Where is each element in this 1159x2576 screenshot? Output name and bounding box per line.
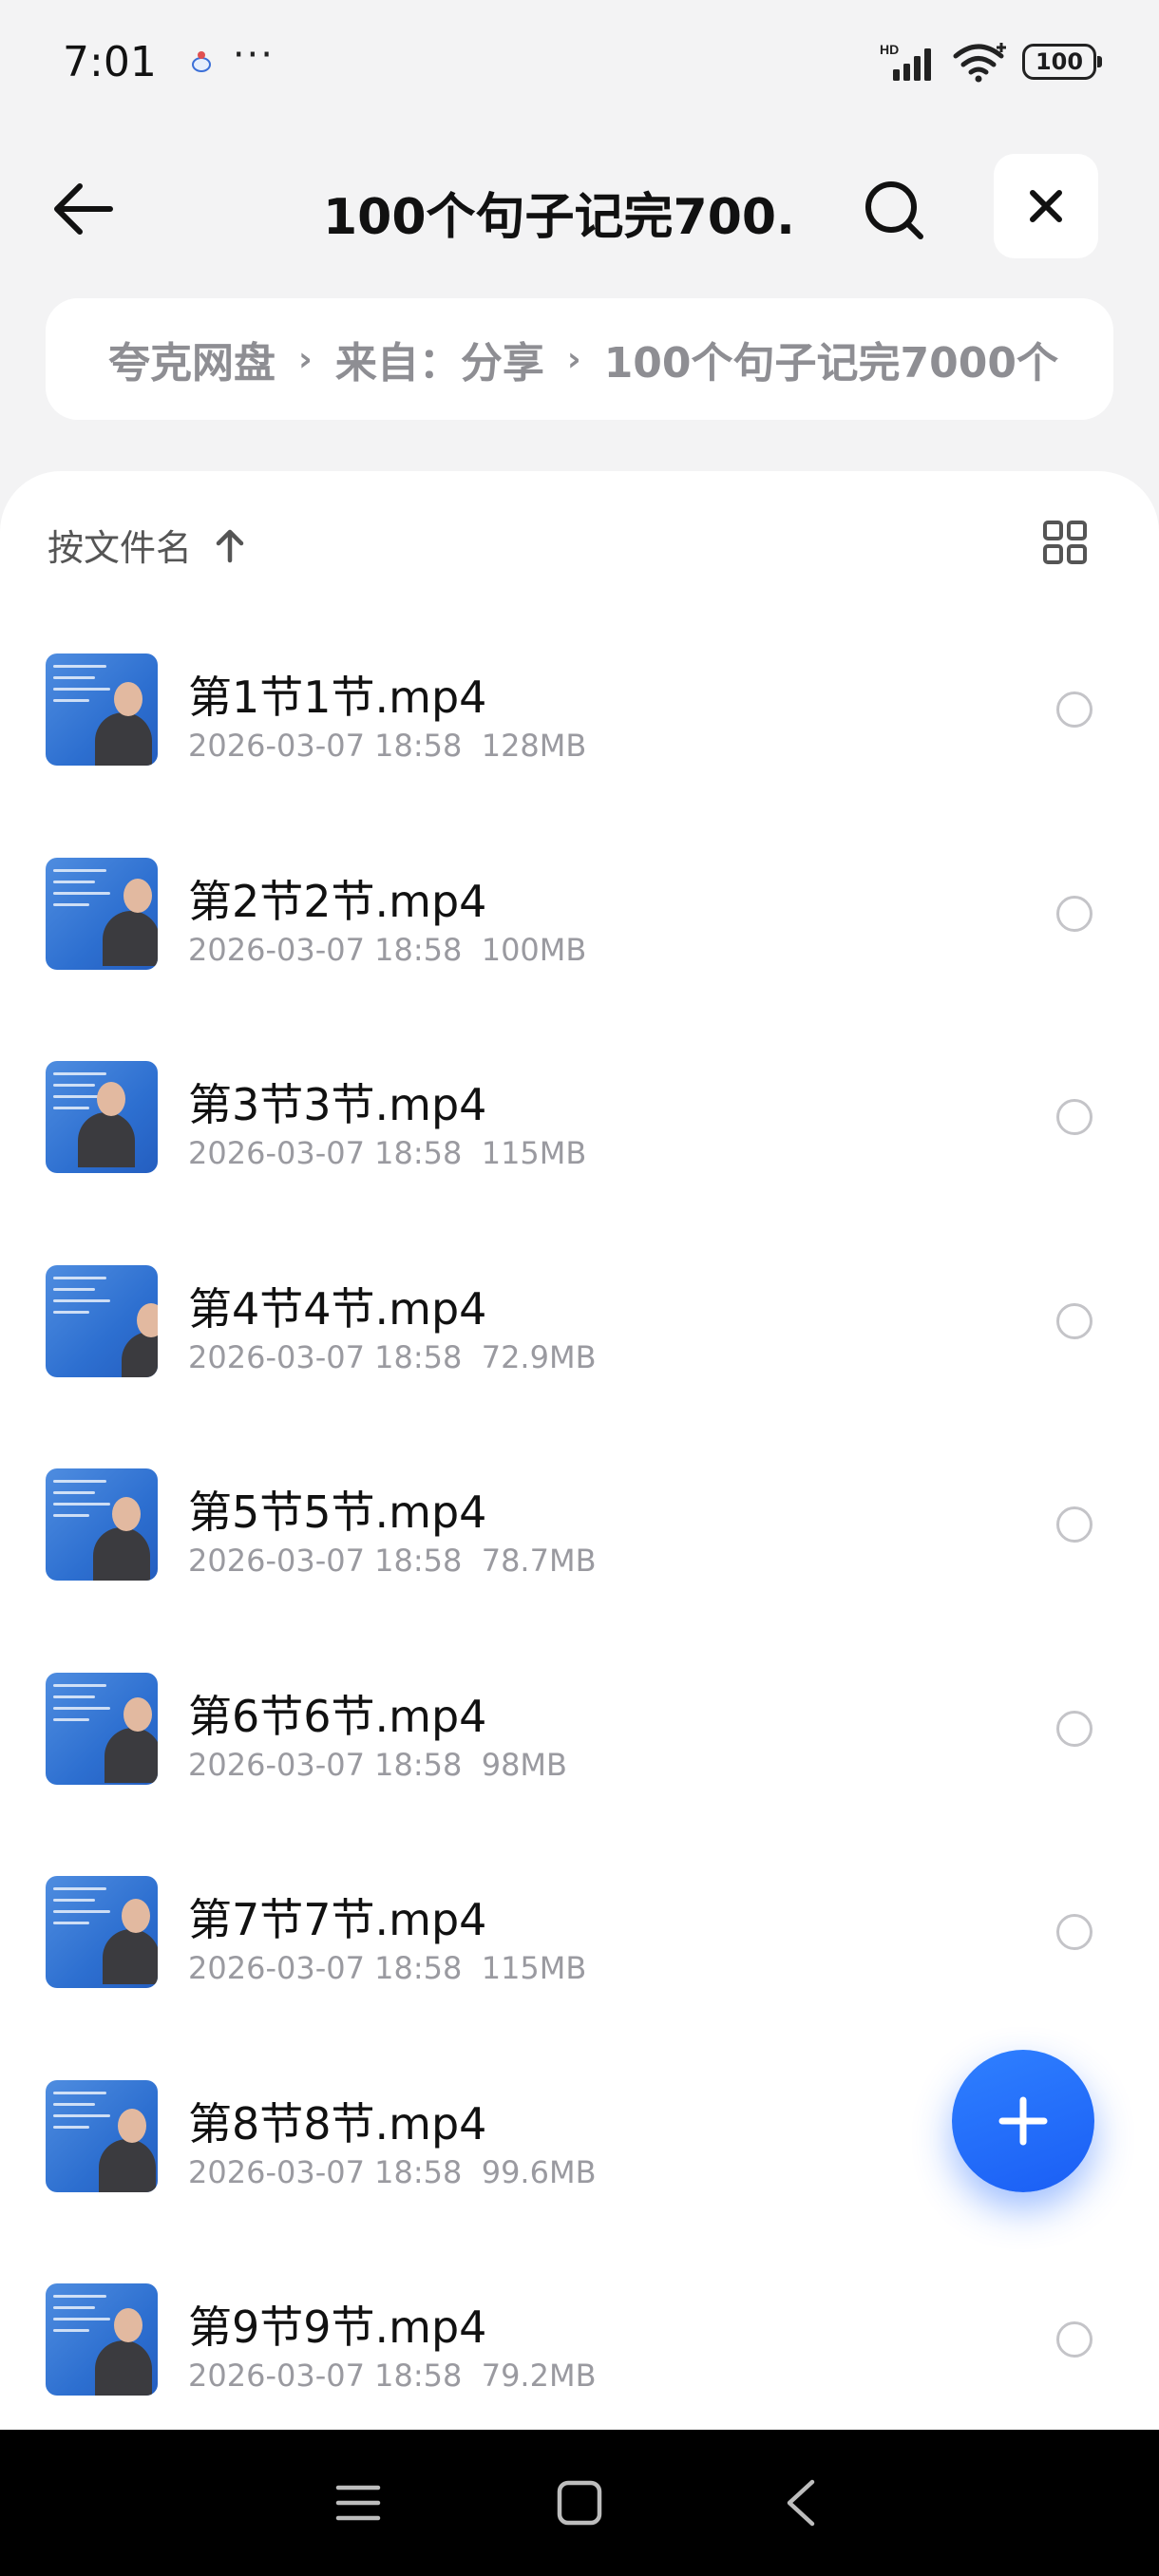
file-row[interactable]: 第5节5节.mp4 2026-03-07 18:58 78.7MB — [0, 1438, 1159, 1642]
video-thumbnail — [46, 1468, 158, 1581]
file-size: 78.7MB — [481, 1543, 597, 1579]
select-checkbox[interactable] — [1056, 1099, 1092, 1135]
menu-icon — [335, 2485, 380, 2521]
select-checkbox[interactable] — [1056, 691, 1092, 728]
status-icons: HD 100 — [880, 41, 1102, 83]
file-size: 72.9MB — [481, 1338, 597, 1375]
file-name: 第4节4节.mp4 — [188, 1282, 487, 1335]
video-thumbnail — [46, 1876, 158, 1988]
file-name: 第7节7节.mp4 — [188, 1894, 487, 1945]
wifi-icon — [953, 43, 1006, 83]
video-thumbnail — [46, 857, 158, 970]
file-date: 2026-03-07 18:58 — [188, 1338, 463, 1375]
file-size: 115MB — [481, 1135, 587, 1171]
file-date: 2026-03-07 18:58 — [188, 728, 463, 764]
file-meta: 2026-03-07 18:58 78.7MB — [188, 1543, 597, 1579]
breadcrumb-item-folder[interactable]: 100个句子记完7000个 — [604, 329, 1058, 389]
file-row[interactable]: 第7节7节.mp4 2026-03-07 18:58 115MB — [0, 1846, 1159, 2050]
select-checkbox[interactable] — [1056, 895, 1092, 932]
file-name: 第5节5节.mp4 — [188, 1487, 487, 1538]
file-row[interactable]: 第1节1节.mp4 2026-03-07 18:58 128MB — [0, 623, 1159, 827]
file-meta: 2026-03-07 18:58 115MB — [188, 1135, 586, 1171]
home-button[interactable] — [537, 2460, 622, 2546]
file-meta: 2026-03-07 18:58 99.6MB — [188, 2154, 597, 2190]
app-notification-icon — [191, 51, 211, 72]
close-button[interactable] — [994, 154, 1098, 258]
file-row[interactable]: 第6节6节.mp4 2026-03-07 18:58 98MB — [0, 1642, 1159, 1847]
file-meta: 2026-03-07 18:58 79.2MB — [188, 2358, 597, 2394]
file-date: 2026-03-07 18:58 — [188, 2153, 463, 2190]
back-icon — [788, 2479, 815, 2527]
select-checkbox[interactable] — [1056, 2321, 1092, 2358]
file-size: 98MB — [481, 1746, 567, 1783]
sort-control[interactable]: 按文件名 — [48, 519, 249, 571]
breadcrumb: 夸克网盘 › 来自：分享 › 100个句子记完7000个 — [46, 298, 1113, 420]
file-name: 第8节8节.mp4 — [188, 2097, 487, 2150]
back-arrow-icon — [54, 183, 113, 235]
plus-icon — [998, 2096, 1048, 2146]
file-date: 2026-03-07 18:58 — [188, 1746, 463, 1783]
close-icon — [1030, 190, 1062, 222]
video-thumbnail — [46, 1672, 158, 1785]
signal-icon: HD — [880, 42, 931, 81]
sort-label: 按文件名 — [48, 527, 193, 569]
chevron-right-icon: › — [298, 339, 313, 379]
video-thumbnail — [46, 2079, 158, 2192]
status-more-dots: ··· — [232, 33, 275, 77]
video-thumbnail — [46, 2283, 158, 2396]
file-name: 第9节9节.mp4 — [188, 2301, 487, 2353]
file-date: 2026-03-07 18:58 — [188, 1950, 463, 1986]
sort-up-arrow-icon — [216, 529, 244, 562]
file-name: 第2节2节.mp4 — [188, 875, 487, 927]
page-title: 100个句子记完700... — [323, 189, 798, 246]
grid-view-icon[interactable] — [1041, 519, 1089, 566]
status-time: 7:01 — [63, 37, 157, 86]
file-name: 第6节6节.mp4 — [188, 1690, 487, 1742]
file-meta: 2026-03-07 18:58 115MB — [188, 1950, 586, 1986]
select-checkbox[interactable] — [1056, 1506, 1092, 1543]
breadcrumb-item-root[interactable]: 夸克网盘 — [108, 329, 276, 389]
add-button[interactable] — [952, 2050, 1094, 2192]
header: 100个句子记完700... — [0, 142, 1159, 266]
file-meta: 2026-03-07 18:58 128MB — [188, 728, 586, 764]
select-checkbox[interactable] — [1056, 1302, 1092, 1339]
battery-icon: 100 — [1022, 44, 1102, 80]
file-size: 115MB — [481, 1950, 587, 1986]
file-date: 2026-03-07 18:58 — [188, 1543, 463, 1579]
file-row[interactable]: 第2节2节.mp4 2026-03-07 18:58 100MB — [0, 827, 1159, 1032]
file-size: 79.2MB — [481, 2358, 597, 2394]
video-thumbnail — [46, 1061, 158, 1173]
file-meta: 2026-03-07 18:58 100MB — [188, 932, 586, 968]
file-row[interactable]: 第9节9节.mp4 2026-03-07 18:58 79.2MB — [0, 2253, 1159, 2432]
file-date: 2026-03-07 18:58 — [188, 1135, 463, 1171]
file-name: 第1节1节.mp4 — [188, 672, 487, 723]
search-button[interactable] — [855, 171, 935, 251]
breadcrumb-item-share[interactable]: 来自：分享 — [335, 329, 544, 389]
file-size: 99.6MB — [481, 2153, 597, 2190]
select-checkbox[interactable] — [1056, 1914, 1092, 1950]
status-bar: 7:01 ··· HD 100 — [0, 0, 1159, 123]
file-row[interactable]: 第4节4节.mp4 2026-03-07 18:58 72.9MB — [0, 1235, 1159, 1439]
system-navigation-bar — [0, 2430, 1159, 2576]
network-type-label: HD — [880, 42, 899, 57]
file-meta: 2026-03-07 18:58 98MB — [188, 1747, 567, 1783]
select-checkbox[interactable] — [1056, 1710, 1092, 1747]
back-button[interactable] — [46, 171, 122, 247]
menu-button[interactable] — [315, 2460, 401, 2546]
video-thumbnail — [46, 653, 158, 766]
file-date: 2026-03-07 18:58 — [188, 2358, 463, 2394]
battery-level: 100 — [1035, 48, 1084, 75]
home-icon — [557, 2480, 602, 2526]
search-icon — [865, 181, 923, 239]
file-date: 2026-03-07 18:58 — [188, 931, 463, 968]
file-meta: 2026-03-07 18:58 72.9MB — [188, 1339, 597, 1375]
file-size: 100MB — [481, 931, 587, 968]
chevron-right-icon: › — [566, 339, 581, 379]
system-back-button[interactable] — [758, 2460, 844, 2546]
video-thumbnail — [46, 1264, 158, 1377]
file-size: 128MB — [481, 728, 587, 764]
file-name: 第3节3节.mp4 — [188, 1079, 487, 1130]
file-row[interactable]: 第3节3节.mp4 2026-03-07 18:58 115MB — [0, 1031, 1159, 1235]
